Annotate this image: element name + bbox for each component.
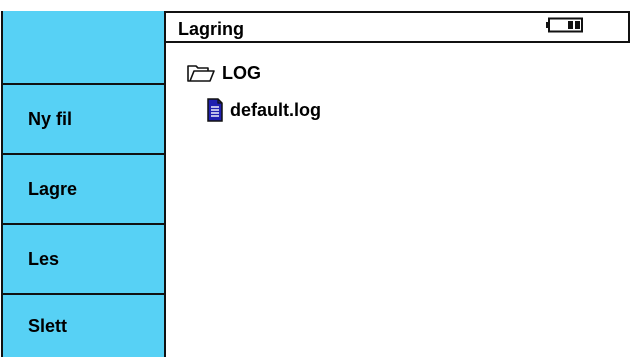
sidebar-header-blank xyxy=(3,11,164,85)
sidebar-item-label: Lagre xyxy=(28,178,78,199)
app-window: Ny fil Lagre Les Slett Lagring LOG defau… xyxy=(0,0,633,359)
file-label: default.log xyxy=(230,99,321,120)
sidebar: Ny fil Lagre Les Slett xyxy=(1,11,166,357)
file-tree: LOG default.log xyxy=(186,59,606,124)
battery-icon xyxy=(546,17,584,33)
file-default-log[interactable]: default.log xyxy=(186,96,606,124)
sidebar-item-label: Les xyxy=(28,248,60,269)
document-icon xyxy=(206,98,224,122)
title-bar: Lagring xyxy=(166,11,630,43)
folder-label: LOG xyxy=(222,62,261,83)
read-button[interactable]: Les xyxy=(3,225,164,295)
folder-log[interactable]: LOG xyxy=(186,59,606,87)
delete-button[interactable]: Slett xyxy=(3,295,164,357)
page-title: Lagring xyxy=(178,19,244,39)
new-file-button[interactable]: Ny fil xyxy=(3,85,164,155)
sidebar-item-label: Ny fil xyxy=(28,108,73,129)
sidebar-item-label: Slett xyxy=(28,315,68,336)
save-button[interactable]: Lagre xyxy=(3,155,164,225)
main-panel: Lagring LOG default.log xyxy=(166,11,630,357)
folder-open-icon xyxy=(186,63,216,83)
